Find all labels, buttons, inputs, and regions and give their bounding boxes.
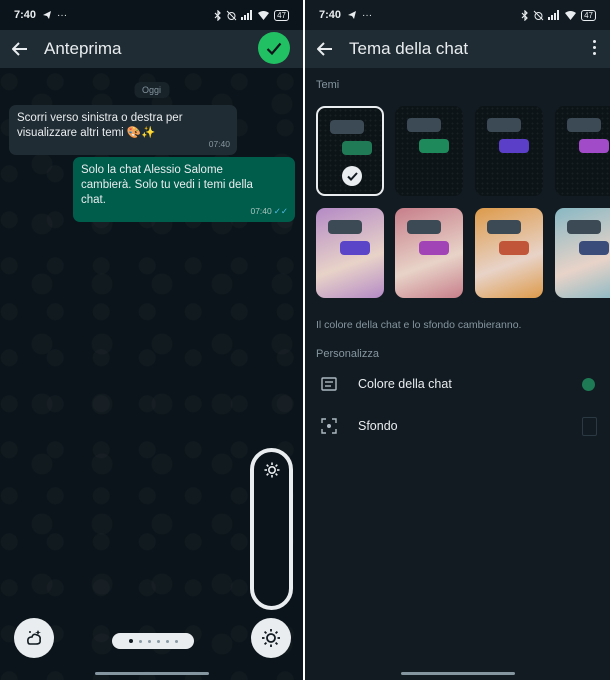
theme-option[interactable] <box>316 208 384 298</box>
confirm-button[interactable] <box>258 32 290 64</box>
theme-option[interactable] <box>475 106 543 196</box>
brightness-slider[interactable] <box>250 448 293 610</box>
theme-incoming-bubble <box>567 118 601 132</box>
theme-outgoing-bubble <box>499 241 529 255</box>
theme-incoming-bubble <box>487 220 521 234</box>
alarm-off-icon <box>533 10 544 20</box>
back-button[interactable] <box>315 39 335 59</box>
preview-screen: 7:40 ··· 47 Anteprima Oggi Scorri verso … <box>0 0 303 680</box>
chat-color-icon <box>321 377 337 391</box>
theme-page-indicator <box>112 633 194 649</box>
personalize-section-label: Personalizza <box>316 348 379 360</box>
battery-icon: 47 <box>581 9 596 21</box>
selected-check-icon <box>342 166 362 186</box>
wifi-icon <box>565 11 577 20</box>
theme-incoming-bubble <box>328 220 362 234</box>
chat-color-swatch <box>582 377 595 391</box>
telegram-icon <box>43 11 52 19</box>
back-button[interactable] <box>10 39 30 59</box>
signal-icon <box>548 10 560 20</box>
wallpaper-thumbnail <box>582 416 597 436</box>
theme-option[interactable] <box>555 106 610 196</box>
wallpaper-label: Sfondo <box>358 419 398 433</box>
incoming-message-text: Scorri verso sinistra o destra per visua… <box>17 112 183 139</box>
theme-info-text: Il colore della chat e lo sfondo cambier… <box>316 319 522 331</box>
wifi-icon <box>258 11 270 20</box>
brightness-button[interactable] <box>251 618 291 658</box>
outgoing-message: Solo la chat Alessio Salome cambierà. So… <box>73 157 295 222</box>
battery-icon: 47 <box>274 9 289 21</box>
themes-section-label: Temi <box>316 79 340 91</box>
theme-option[interactable] <box>475 208 543 298</box>
theme-option[interactable] <box>395 106 463 196</box>
page-dot <box>156 639 160 643</box>
theme-option[interactable] <box>316 106 384 196</box>
chat-theme-screen: 7:40 ··· 47 Tema della chat Temi Il colo… <box>305 0 610 680</box>
outgoing-message-time: 07:40 <box>250 206 272 216</box>
theme-outgoing-bubble <box>579 139 609 153</box>
page-dot <box>147 639 151 643</box>
check-icon <box>266 42 282 55</box>
more-notifications-icon: ··· <box>362 9 373 21</box>
more-notifications-icon: ··· <box>57 9 68 21</box>
notification-icons: ··· <box>347 10 372 21</box>
theme-outgoing-bubble <box>499 139 529 153</box>
page-title: Anteprima <box>44 39 122 58</box>
app-bar: Tema della chat <box>305 30 610 68</box>
bluetooth-icon <box>214 9 221 21</box>
system-icons: 47 <box>521 9 596 21</box>
status-bar: 7:40 ··· 47 <box>305 0 610 30</box>
theme-incoming-bubble <box>487 118 521 132</box>
page-dot <box>128 639 133 643</box>
theme-incoming-bubble <box>567 220 601 234</box>
chat-color-label: Colore della chat <box>358 377 452 391</box>
outgoing-message-text: Solo la chat Alessio Salome cambierà. So… <box>81 164 253 206</box>
home-indicator[interactable] <box>94 672 209 675</box>
incoming-message: Scorri verso sinistra o destra per visua… <box>9 105 237 155</box>
telegram-icon <box>348 11 357 19</box>
theme-incoming-bubble <box>407 118 441 132</box>
doodle-toggle-button[interactable] <box>14 618 54 658</box>
overflow-menu-icon[interactable] <box>593 40 596 55</box>
status-time: 7:40 <box>319 9 342 21</box>
brightness-icon <box>264 462 279 478</box>
theme-outgoing-bubble <box>419 139 449 153</box>
page-dot <box>174 639 178 643</box>
wallpaper-icon <box>321 418 337 434</box>
home-indicator[interactable] <box>400 672 515 675</box>
alarm-off-icon <box>226 10 237 20</box>
signal-icon <box>241 10 253 20</box>
outgoing-message-meta: 07:40 ✓✓ <box>250 204 288 219</box>
page-dot <box>138 639 142 643</box>
back-arrow-icon <box>317 42 332 56</box>
theme-outgoing-bubble <box>342 141 372 155</box>
notification-icons: ··· <box>42 10 67 21</box>
date-chip: Oggi <box>133 82 170 98</box>
theme-option[interactable] <box>395 208 463 298</box>
doodle-icon <box>27 630 41 645</box>
theme-incoming-bubble <box>330 120 364 134</box>
sun-icon <box>262 629 280 647</box>
page-dot <box>165 639 169 643</box>
theme-option[interactable] <box>555 208 610 298</box>
system-icons: 47 <box>214 9 289 21</box>
back-arrow-icon <box>12 42 27 56</box>
theme-incoming-bubble <box>407 220 441 234</box>
bluetooth-icon <box>521 9 528 21</box>
chat-color-row[interactable]: Colore della chat <box>305 366 610 402</box>
wallpaper-row[interactable]: Sfondo <box>305 408 610 444</box>
status-time: 7:40 <box>14 9 37 21</box>
theme-outgoing-bubble <box>419 241 449 255</box>
status-bar: 7:40 ··· 47 <box>0 0 303 30</box>
double-check-icon: ✓✓ <box>273 206 288 216</box>
incoming-message-time: 07:40 <box>208 139 230 149</box>
theme-outgoing-bubble <box>579 241 609 255</box>
page-title: Tema della chat <box>349 39 469 58</box>
theme-outgoing-bubble <box>340 241 370 255</box>
